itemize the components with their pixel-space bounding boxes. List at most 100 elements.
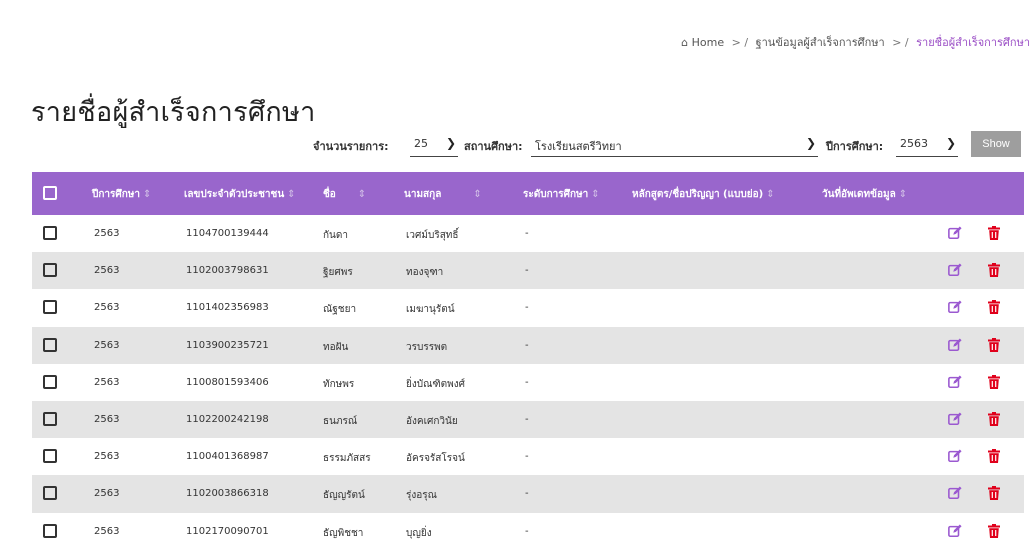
cell-citizen-id: 1102003866318 <box>186 488 269 500</box>
school-value: โรงเรียนสตรีวิทยา <box>535 140 622 153</box>
cell-level: - <box>525 451 529 463</box>
cell-citizen-id: 1100401368987 <box>186 451 269 463</box>
edit-icon[interactable] <box>948 449 962 463</box>
row-checkbox[interactable] <box>43 226 57 240</box>
entries-value: 25 <box>414 137 428 150</box>
edit-icon[interactable] <box>948 263 962 277</box>
trash-icon[interactable] <box>988 523 1000 538</box>
sort-icon: ⇕ <box>143 189 152 200</box>
breadcrumb-current: รายชื่อผู้สำเร็จการศึกษา <box>916 36 1030 49</box>
row-checkbox[interactable] <box>43 300 57 315</box>
table-body: 2563 1104700139444 กันดา เวศม์บริสุทธิ์ … <box>32 215 1024 550</box>
edit-icon[interactable] <box>948 412 962 426</box>
sort-icon: ⇕ <box>766 189 775 200</box>
edit-icon[interactable] <box>948 375 962 389</box>
chevron-down-icon: ❯ <box>805 136 816 150</box>
edit-icon[interactable] <box>948 300 962 314</box>
cell-last-name: รุ่งอรุณ <box>406 490 437 502</box>
sort-icon: ⇕ <box>898 189 908 200</box>
cell-level: - <box>525 488 529 500</box>
table-row: 2563 1102170090701 ธัญพิชชา บุญยิ่ง - <box>32 513 1024 550</box>
table-header: ปีการศึกษา ⇕ เลขประจำตัวประชาชน ⇕ ชื่อ ⇕ นา… <box>32 172 1024 215</box>
edit-icon[interactable] <box>948 226 962 240</box>
entries-select[interactable]: 25 ❯ <box>410 131 458 157</box>
column-header-year[interactable]: ปีการศึกษา ⇕ <box>92 187 151 202</box>
cell-year: 2563 <box>94 488 120 500</box>
cell-year: 2563 <box>94 376 120 388</box>
column-header-last-name[interactable]: นามสกุล ⇕ <box>404 187 482 202</box>
cell-citizen-id: 1103900235721 <box>186 339 269 351</box>
cell-last-name: อัครจรัสโรจน์ <box>406 453 465 465</box>
column-header-updated[interactable]: วันที่อัพเดทข้อมูล ⇕ <box>822 187 907 202</box>
filter-bar: จำนวนรายการ: 25 ❯ สถานศึกษา: โรงเรียนสตร… <box>0 131 1033 157</box>
cell-first-name: ทอฝัน <box>323 341 349 353</box>
cell-last-name: บุญยิ่ง <box>406 527 432 539</box>
breadcrumb-graduate-database[interactable]: ฐานข้อมูลผู้สำเร็จการศึกษา <box>756 36 885 49</box>
row-checkbox[interactable] <box>43 263 57 278</box>
breadcrumb: ⌂ Home > / ฐานข้อมูลผู้สำเร็จการศึกษา > … <box>681 33 1030 51</box>
table-row: 2563 1102003866318 ธัญญรัตน์ รุ่งอรุณ - <box>32 475 1024 513</box>
row-checkbox[interactable] <box>43 411 57 426</box>
sort-icon: ⇕ <box>357 189 367 200</box>
trash-icon[interactable] <box>988 486 1000 501</box>
trash-icon[interactable] <box>988 337 1000 352</box>
breadcrumb-separator: > / <box>892 36 909 49</box>
cell-year: 2563 <box>94 339 120 351</box>
year-label: ปีการศึกษา: <box>826 140 884 153</box>
sort-icon: ⇕ <box>287 189 296 200</box>
home-icon: ⌂ <box>681 36 689 49</box>
trash-icon[interactable] <box>988 374 1000 389</box>
edit-icon[interactable] <box>948 523 962 538</box>
cell-first-name: ธัญพิชชา <box>323 527 364 539</box>
cell-citizen-id: 1102003798631 <box>186 265 269 277</box>
trash-icon[interactable] <box>988 449 1000 464</box>
column-header-first-name[interactable]: ชื่อ ⇕ <box>323 187 366 202</box>
cell-level: - <box>525 228 529 239</box>
select-all-checkbox[interactable] <box>43 186 57 200</box>
row-checkbox[interactable] <box>43 374 57 389</box>
edit-icon[interactable] <box>948 338 962 352</box>
cell-year: 2563 <box>94 413 120 425</box>
cell-year: 2563 <box>94 265 120 277</box>
table-row: 2563 1100801593406 ทักษพร ยิ่งบัณฑิตพงศ์… <box>32 364 1024 401</box>
cell-last-name: ยิ่งบัณฑิตพงศ์ <box>406 378 465 390</box>
cell-first-name: กันดา <box>323 230 348 241</box>
row-checkbox[interactable] <box>43 486 57 501</box>
cell-year: 2563 <box>94 451 120 463</box>
row-checkbox[interactable] <box>43 449 57 464</box>
column-header-level[interactable]: ระดับการศึกษา ⇕ <box>523 187 600 202</box>
cell-first-name: ธนภรณ์ <box>323 415 358 427</box>
row-checkbox[interactable] <box>43 337 57 352</box>
sort-icon: ⇕ <box>473 189 482 200</box>
column-header-curriculum[interactable]: หลักสูตร/ชื่อปริญญา (แบบย่อ) ⇕ <box>632 187 775 202</box>
breadcrumb-home[interactable]: Home <box>692 36 724 49</box>
graduates-table: ปีการศึกษา ⇕ เลขประจำตัวประชาชน ⇕ ชื่อ ⇕ นา… <box>32 172 1024 550</box>
year-select[interactable]: 2563 ❯ <box>896 131 958 157</box>
cell-first-name: ธัญญรัตน์ <box>323 490 365 502</box>
edit-icon[interactable] <box>948 486 962 500</box>
cell-citizen-id: 1100801593406 <box>186 376 269 388</box>
column-header-citizen-id[interactable]: เลขประจำตัวประชาชน ⇕ <box>184 187 296 202</box>
cell-year: 2563 <box>94 228 120 239</box>
cell-last-name: เมฆานุรัตน์ <box>406 304 455 316</box>
row-checkbox[interactable] <box>43 523 57 538</box>
cell-citizen-id: 1102200242198 <box>186 413 269 425</box>
sort-icon: ⇕ <box>591 189 600 200</box>
page-title: รายชื่อผู้สำเร็จการศึกษา <box>31 97 316 128</box>
cell-first-name: ธรรมภัสสร <box>323 453 371 465</box>
cell-citizen-id: 1102170090701 <box>186 525 269 537</box>
trash-icon[interactable] <box>988 411 1000 426</box>
trash-icon[interactable] <box>988 226 1000 240</box>
year-value: 2563 <box>900 137 928 150</box>
cell-last-name: อังคเศกวินัย <box>406 415 458 427</box>
table-row: 2563 1103900235721 ทอฝัน วรบรรพต - <box>32 326 1024 364</box>
trash-icon[interactable] <box>988 263 1000 278</box>
table-row: 2563 1102200242198 ธนภรณ์ อังคเศกวินัย - <box>32 400 1024 439</box>
cell-last-name: เวศม์บริสุทธิ์ <box>406 230 459 241</box>
show-button[interactable]: Show <box>971 131 1021 157</box>
school-select[interactable]: โรงเรียนสตรีวิทยา ❯ <box>531 131 818 157</box>
trash-icon[interactable] <box>988 300 1000 315</box>
cell-level: - <box>525 376 529 388</box>
cell-first-name: ฐิยศพร <box>323 267 353 279</box>
table-row: 2563 1100401368987 ธรรมภัสสร อัครจรัสโรจ… <box>32 438 1024 475</box>
